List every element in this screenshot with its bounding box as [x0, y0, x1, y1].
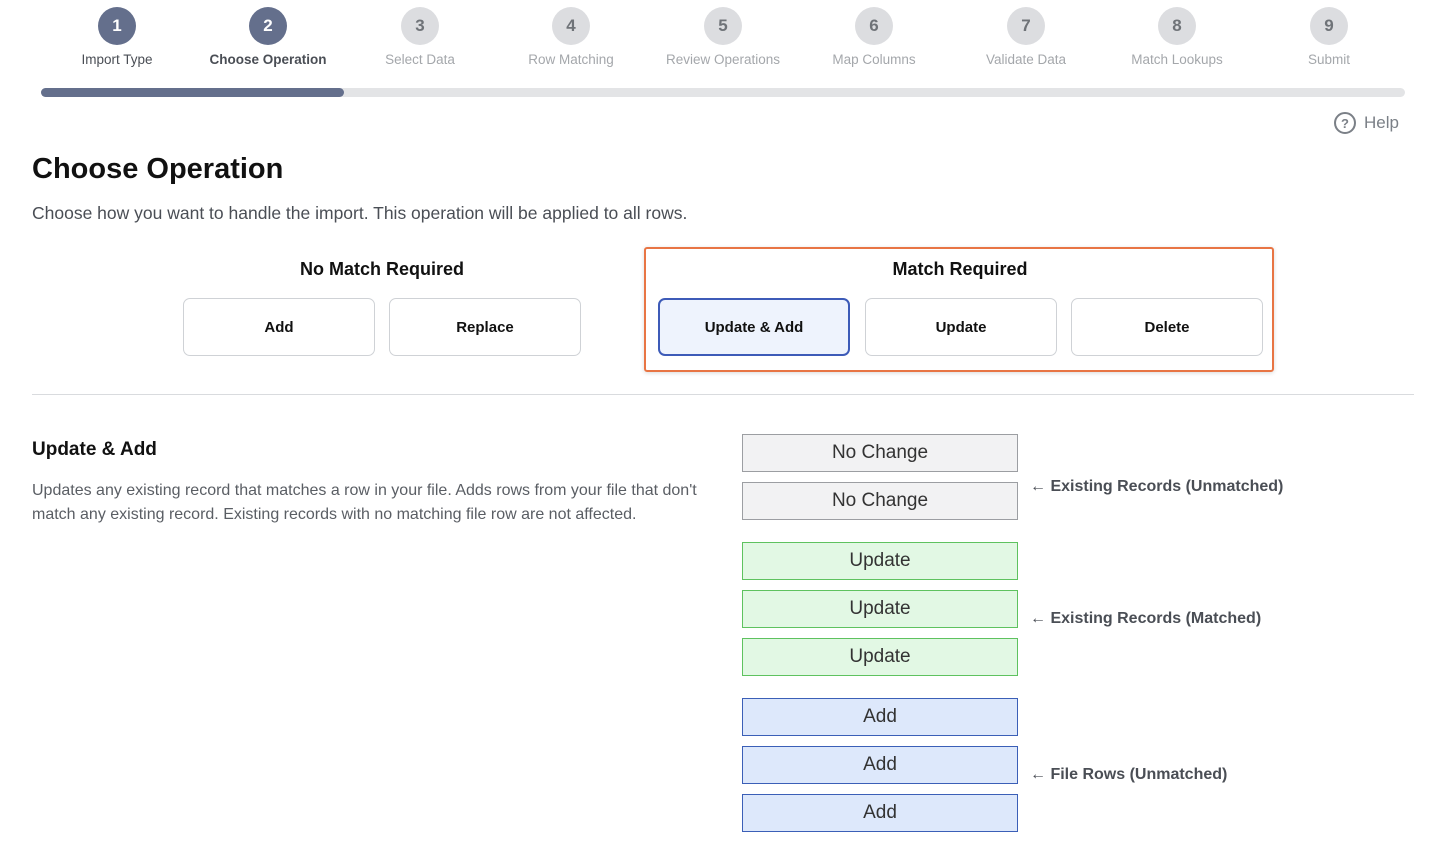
step-map-columns: 6 Map Columns: [794, 7, 954, 67]
help-label: Help: [1364, 113, 1399, 132]
step-submit: 9 Submit: [1249, 7, 1409, 67]
no-match-required-title: No Match Required: [299, 259, 464, 279]
step-number-circle: 8: [1158, 7, 1196, 45]
existing-matched-label: ← Existing Records (Matched): [1030, 610, 1262, 627]
delete-operation-button[interactable]: Delete: [1071, 298, 1263, 356]
add-operation-button[interactable]: Add: [183, 298, 375, 356]
progress-bar-fill: [41, 88, 344, 97]
step-number-circle: 4: [552, 7, 590, 45]
step-number-circle: 6: [855, 7, 893, 45]
step-label: Map Columns: [832, 52, 916, 67]
step-label: Row Matching: [528, 52, 614, 67]
help-link[interactable]: ? Help: [1334, 112, 1399, 134]
step-number-circle: 1: [98, 7, 136, 45]
step-label: Submit: [1307, 52, 1351, 67]
step-review-operations: 5 Review Operations: [643, 7, 803, 67]
file-unmatched-label: ← File Rows (Unmatched): [1030, 766, 1228, 783]
update-record: Update: [742, 542, 1018, 580]
update-record: Update: [742, 638, 1018, 676]
step-number-circle: 3: [401, 7, 439, 45]
step-validate-data: 7 Validate Data: [946, 7, 1106, 67]
progress-bar: [41, 88, 1405, 97]
page-title: Choose Operation: [32, 153, 284, 185]
step-row-matching: 4 Row Matching: [491, 7, 651, 67]
update-record: Update: [742, 590, 1018, 628]
step-label: Choose Operation: [209, 52, 327, 67]
wizard-stepper: 1 Import Type 2 Choose Operation 3 Selec…: [0, 0, 1445, 110]
update-and-add-operation-button[interactable]: Update & Add: [658, 298, 850, 356]
add-record: Add: [742, 794, 1018, 832]
step-label: Select Data: [385, 52, 455, 67]
step-label: Validate Data: [985, 52, 1067, 67]
replace-operation-button[interactable]: Replace: [389, 298, 581, 356]
operation-description-title: Update & Add: [32, 439, 157, 460]
existing-unmatched-label: ← Existing Records (Unmatched): [1030, 478, 1284, 495]
add-record: Add: [742, 746, 1018, 784]
match-required-title: Match Required: [892, 259, 1028, 279]
step-match-lookups: 8 Match Lookups: [1097, 7, 1257, 67]
step-select-data: 3 Select Data: [340, 7, 500, 67]
question-circle-icon: ?: [1334, 112, 1356, 134]
step-number-circle: 7: [1007, 7, 1045, 45]
no-change-record: No Change: [742, 434, 1018, 472]
step-number-circle: 2: [249, 7, 287, 45]
step-label: Match Lookups: [1131, 52, 1223, 67]
operation-description-text: Updates any existing record that matches…: [32, 482, 697, 523]
step-label: Review Operations: [665, 52, 781, 67]
page-subtitle: Choose how you want to handle the import…: [32, 203, 688, 223]
step-choose-operation[interactable]: 2 Choose Operation: [188, 7, 348, 67]
add-record: Add: [742, 698, 1018, 736]
step-label: Import Type: [81, 52, 153, 67]
section-divider: [32, 394, 1414, 395]
step-import-type[interactable]: 1 Import Type: [37, 7, 197, 67]
update-operation-button[interactable]: Update: [865, 298, 1057, 356]
no-change-record: No Change: [742, 482, 1018, 520]
step-number-circle: 5: [704, 7, 742, 45]
step-number-circle: 9: [1310, 7, 1348, 45]
